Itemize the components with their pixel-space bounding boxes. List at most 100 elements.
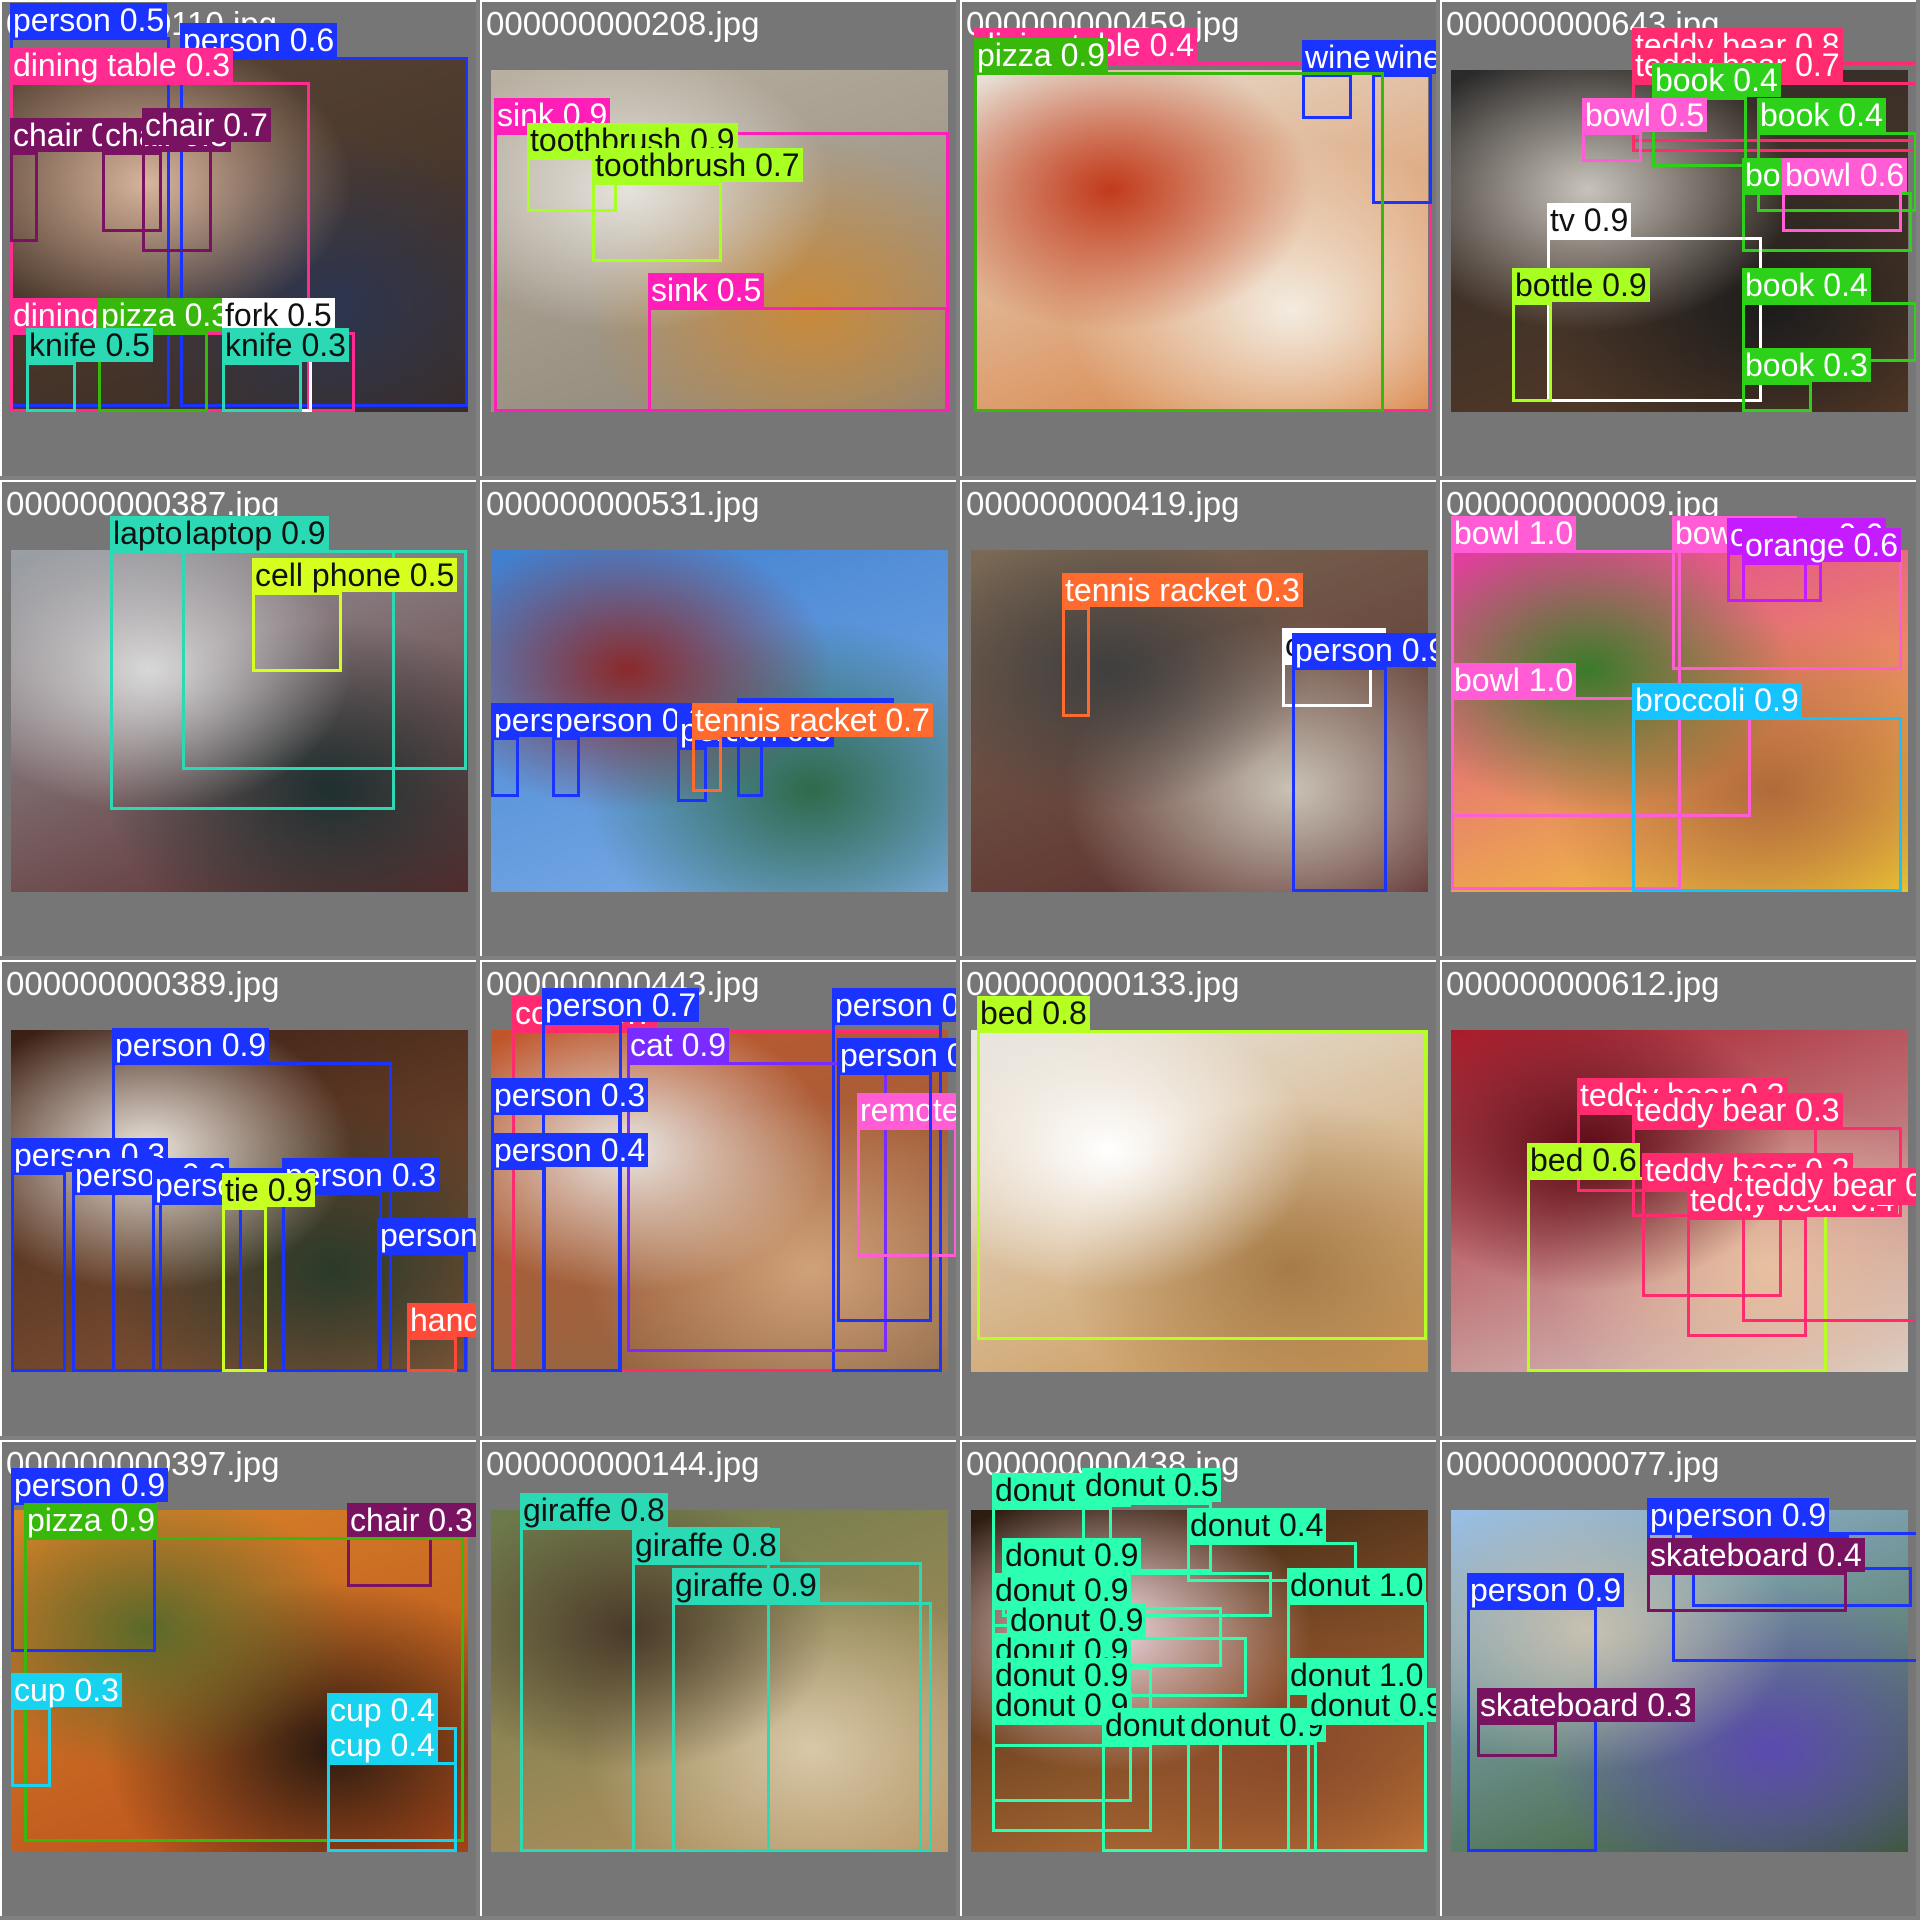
detection-label: donut 0.9: [1002, 1538, 1142, 1572]
detection-label: cup 0.4: [327, 1693, 438, 1727]
detection-box: [222, 1207, 267, 1372]
detection-label: pizza 0.9: [24, 1503, 159, 1537]
detection-label: book 0.4: [1652, 63, 1781, 97]
detection-label: orange 0.6: [1742, 528, 1902, 562]
detection-label: cup 0.4: [327, 1728, 438, 1762]
detection-label: teddy bear 0.3: [1742, 1168, 1916, 1202]
detection-label: bowl 1.0: [1451, 516, 1577, 550]
detection-label: donut 1.0: [1287, 1568, 1427, 1602]
detection-box: [491, 1167, 546, 1372]
detection-label: chair 0.7: [142, 108, 271, 142]
detection-label: person 0.5: [10, 3, 168, 37]
detection-label: donut 0.5: [1082, 1468, 1222, 1502]
grid-cell: 000000000438.jpg donut 0.7 donut 0.5 donut …: [960, 1440, 1436, 1916]
detection-label: person 0.9: [112, 1028, 270, 1062]
detections-overlay: tennis racket 0.3car 0.3person 0.9: [962, 482, 1436, 956]
detection-box: [491, 737, 519, 797]
detection-box: [552, 737, 580, 797]
detection-box: [10, 152, 38, 242]
grid-cell: 000000000133.jpg bed 0.8: [960, 960, 1436, 1436]
detection-box: [252, 592, 342, 672]
detections-overlay: person 0.5 person 0.6 dining table 0.3 chai…: [2, 2, 476, 476]
detection-box: [692, 737, 722, 792]
detection-label: sink 0.5: [648, 273, 765, 307]
grid-cell: 000000000077.jpgperson 0.3person 0.9pers…: [1440, 1440, 1916, 1916]
detections-overlay: giraffe 0.8 giraffe 0.8 giraffe 0.9: [482, 1442, 956, 1916]
detection-box: [1292, 667, 1387, 892]
detection-box: [1742, 1202, 1916, 1322]
detection-label: person 0.6: [837, 1038, 956, 1072]
detection-label: donut 0.9: [1307, 1688, 1436, 1722]
detection-box: [837, 1072, 932, 1322]
detection-label: bowl 0.6: [1782, 158, 1908, 192]
detection-label: pizza 0.9: [974, 38, 1109, 72]
detection-mosaic: 000000000110.jpgperson 0.5person 0.6dini…: [0, 0, 1920, 1920]
detection-box: [282, 1192, 382, 1372]
detection-label: toothbrush 0.7: [592, 148, 803, 182]
detection-label: person 0.9: [1672, 1498, 1830, 1532]
grid-cell: 000000000419.jpgtennis racket 0.3car 0.3…: [960, 480, 1436, 956]
grid-cell: 000000000009.jpgbowl 1.0bowl 0.6orange 0…: [1440, 480, 1916, 956]
detection-label: giraffe 0.8: [632, 1528, 780, 1562]
detection-box: [1742, 562, 1822, 602]
detection-label: bowl 0.5: [1582, 98, 1708, 132]
detection-label: teddy bear 0.3: [1632, 1093, 1843, 1127]
detection-box: [592, 182, 722, 262]
detections-overlay: teddy bear 0.3teddy bear 0.3bed 0.6teddy…: [1442, 962, 1916, 1436]
detection-box: [1782, 192, 1902, 232]
detection-box: [737, 732, 763, 797]
detection-box: [26, 362, 76, 412]
detection-label: person 0.7: [542, 988, 700, 1022]
detection-label: skateboard 0.4: [1647, 1538, 1865, 1572]
detection-label: cell phone 0.5: [252, 558, 458, 592]
detection-label: knife 0.3: [222, 328, 349, 362]
detection-label: person 0.8: [832, 988, 956, 1022]
detection-box: [11, 1172, 66, 1372]
detection-label: cup 0.3: [11, 1673, 122, 1707]
grid-cell: 000000000643.jpgteddy bear 0.8teddy bear…: [1440, 0, 1916, 476]
detections-overlay: person 0.3person 0.9person 0.6skateboard…: [1442, 1442, 1916, 1916]
detections-overlay: sink 0.9 toothbrush 0.9 toothbrush 0.7 sink…: [482, 2, 956, 476]
detection-label: bed 0.6: [1527, 1143, 1640, 1177]
grid-cell: 000000000612.jpgteddy bear 0.3teddy bear…: [1440, 960, 1916, 1436]
detections-overlay: donut 0.7 donut 0.5 donut 0.4 donut 0.9 donu…: [962, 1442, 1436, 1916]
detection-box: [1307, 1722, 1427, 1852]
detection-box: [1582, 132, 1642, 162]
detection-label: book 0.3: [1742, 348, 1871, 382]
detections-overlay: person 0.9person 0.3person 0.3person 0.3…: [2, 962, 476, 1436]
detections-overlay: couch 0.7person 0.7person 0.8cat 0.9pers…: [482, 962, 956, 1436]
detection-label: giraffe 0.8: [520, 1493, 668, 1527]
detections-overlay: dining table 0.4wine glass 0.5wine glass…: [962, 2, 1436, 476]
detection-label: dining table 0.3: [10, 48, 234, 82]
detection-label: broccoli 0.9: [1632, 683, 1802, 717]
detection-label: chair 0.3: [347, 1503, 476, 1537]
grid-cell: 000000000387.jpglaptop 0.8laptop 0.9cell…: [0, 480, 476, 956]
detection-box: [1647, 1572, 1847, 1612]
detection-label: bed 0.8: [977, 996, 1090, 1030]
grid-cell: 000000000144.jpg giraffe 0.8 giraffe 0.8 gi…: [480, 1440, 956, 1916]
detection-label: book 0.4: [1757, 98, 1886, 132]
detections-overlay: bowl 1.0bowl 0.6orange 0.6orange 0.6bowl…: [1442, 482, 1916, 956]
detection-box: [222, 362, 302, 412]
grid-cell: 000000000389.jpg person 0.9 person 0.3 pers…: [0, 960, 476, 1436]
detection-label: person 0.9: [1467, 1573, 1625, 1607]
detection-label: skateboard 0.3: [1477, 1688, 1695, 1722]
detection-box: [1512, 302, 1552, 402]
detections-overlay: teddy bear 0.8teddy bear 0.7book 0.4bowl…: [1442, 2, 1916, 476]
detection-label: knife 0.5: [26, 328, 153, 362]
detections-overlay: person 0.3person 0.3person 0.3person 0.3…: [482, 482, 956, 956]
detection-box: [1187, 1742, 1317, 1852]
grid-cell: 000000000110.jpgperson 0.5person 0.6dini…: [0, 0, 476, 476]
detection-label: person 0.9: [1292, 633, 1436, 667]
grid-cell: 000000000443.jpgcouch 0.7person 0.7perso…: [480, 960, 956, 1436]
detection-label: tie 0.9: [222, 1173, 316, 1207]
detection-label: handbag 0.3: [407, 1303, 476, 1337]
detection-box: [407, 1337, 457, 1372]
grid-cell: 000000000531.jpgperson 0.3person 0.3pers…: [480, 480, 956, 956]
grid-cell: 000000000208.jpg sink 0.9 toothbrush 0.9 to…: [480, 0, 956, 476]
detection-label: bottle 0.9: [1512, 268, 1650, 302]
detection-box: [1547, 237, 1762, 402]
detection-label: cat 0.9: [627, 1028, 730, 1062]
detection-label: person 0.9: [11, 1468, 169, 1502]
detection-box: [974, 72, 1384, 412]
